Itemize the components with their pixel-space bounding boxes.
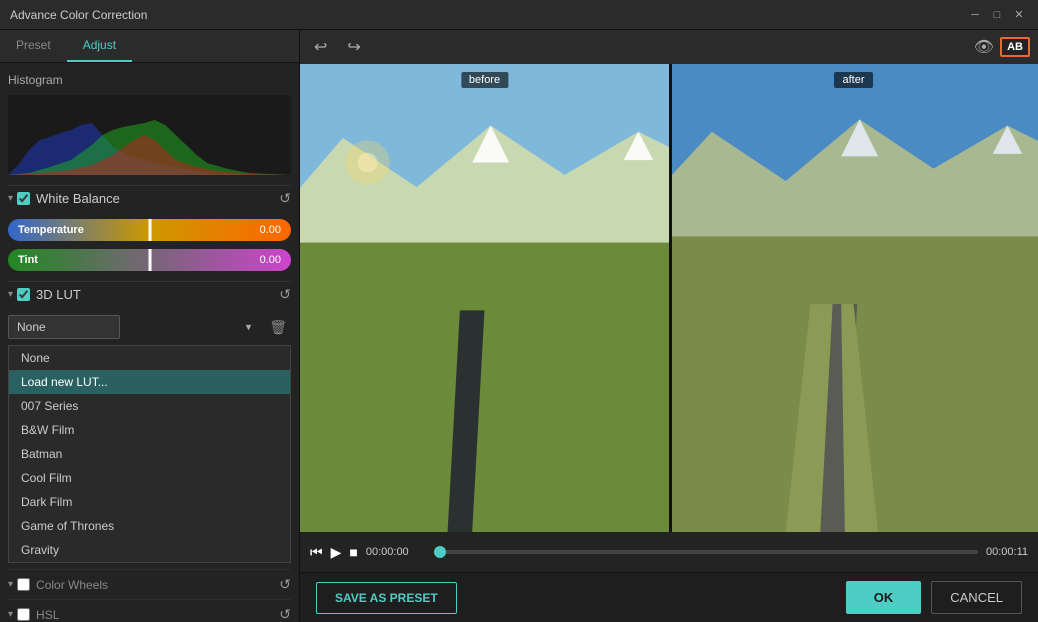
lut-select[interactable]: None Load new LUT... 007 Series B&W Film… — [8, 315, 120, 339]
close-icon: ✕ — [1014, 8, 1023, 21]
video-frame: before after — [300, 64, 1038, 532]
save-preset-button[interactable]: SAVE AS PRESET — [316, 582, 457, 614]
end-time: 00:00:11 — [986, 546, 1028, 558]
wb-reset-button[interactable]: ↺ — [279, 190, 291, 207]
tint-slider-track[interactable]: Tint 0.00 — [8, 249, 291, 271]
temperature-value: 0.00 — [260, 224, 281, 236]
progress-dot[interactable] — [434, 546, 446, 558]
close-button[interactable]: ✕ — [1010, 6, 1028, 24]
histogram-svg — [8, 95, 291, 175]
redo-icon: ↪ — [347, 39, 360, 56]
temperature-label: Temperature — [18, 224, 84, 236]
app-title: Advance Color Correction — [10, 8, 147, 22]
tabs: Preset Adjust — [0, 30, 299, 63]
left-panel: Preset Adjust Histogram ▾ — [0, 30, 300, 622]
adj2-reset[interactable]: ↺ — [279, 606, 291, 622]
maximize-button[interactable]: □ — [988, 6, 1006, 24]
video-right — [669, 64, 1038, 532]
title-bar: Advance Color Correction ─ □ ✕ — [0, 0, 1038, 30]
after-label: after — [834, 72, 872, 88]
lut-option-007[interactable]: 007 Series — [9, 394, 290, 418]
toolbar-left: ↩ ↪ — [308, 35, 367, 59]
minimize-icon: ─ — [971, 9, 979, 21]
lut-checkbox[interactable] — [17, 288, 30, 301]
lut-reset-icon: ↺ — [279, 286, 291, 302]
temperature-thumb[interactable] — [148, 219, 151, 241]
progress-bar[interactable] — [434, 550, 978, 554]
title-bar-left: Advance Color Correction — [10, 8, 147, 22]
adj2-arrow[interactable]: ▾ — [8, 609, 13, 620]
maximize-icon: □ — [994, 9, 1001, 21]
eye-button[interactable]: 👁 — [974, 37, 994, 57]
video-left — [300, 64, 669, 532]
action-bar: SAVE AS PRESET OK CANCEL — [300, 572, 1038, 622]
action-buttons: OK CANCEL — [846, 581, 1022, 614]
lut-arrow-icon[interactable]: ▾ — [8, 289, 13, 300]
stop-button[interactable]: ■ — [349, 544, 357, 560]
before-scene — [300, 64, 669, 532]
adj1-reset[interactable]: ↺ — [279, 576, 291, 593]
after-scene — [669, 64, 1038, 532]
adj2-checkbox[interactable] — [17, 608, 30, 621]
prev-frame-button[interactable]: ⏮ — [310, 544, 323, 561]
tint-thumb[interactable] — [148, 249, 151, 271]
current-time: 00:00:00 — [366, 546, 426, 558]
cancel-button[interactable]: CANCEL — [931, 581, 1022, 614]
tab-adjust[interactable]: Adjust — [67, 30, 132, 62]
adj-row-1: ▾ Color Wheels ↺ — [8, 569, 291, 599]
lut-header: ▾ 3D LUT ↺ — [8, 281, 291, 307]
lut-option-batman[interactable]: Batman — [9, 442, 290, 466]
temperature-slider-track[interactable]: Temperature 0.00 — [8, 219, 291, 241]
play-pause-button[interactable]: ▶ — [331, 544, 342, 561]
lut-option-load[interactable]: Load new LUT... — [9, 370, 290, 394]
white-balance-header: ▾ White Balance ↺ — [8, 185, 291, 211]
panel-content: Histogram ▾ White Balance ↺ — [0, 63, 299, 622]
before-label: before — [461, 72, 508, 88]
preview-toolbar: ↩ ↪ 👁 AB — [300, 30, 1038, 64]
toolbar-right: 👁 AB — [974, 37, 1030, 57]
wb-reset-icon: ↺ — [279, 190, 291, 206]
lut-label: 3D LUT — [36, 287, 279, 302]
temperature-row: Temperature 0.00 — [8, 219, 291, 241]
undo-icon: ↩ — [314, 39, 327, 56]
lut-option-none[interactable]: None — [9, 346, 290, 370]
lut-option-gravity[interactable]: Gravity — [9, 538, 290, 562]
lut-delete-button[interactable]: 🗑 — [265, 317, 291, 338]
wb-checkbox[interactable] — [17, 192, 30, 205]
wb-label: White Balance — [36, 191, 279, 206]
tint-value: 0.00 — [260, 254, 281, 266]
tint-label: Tint — [18, 254, 38, 266]
minimize-button[interactable]: ─ — [966, 6, 984, 24]
tint-row: Tint 0.00 — [8, 249, 291, 271]
adj-row-2: ▾ HSL ↺ — [8, 599, 291, 622]
adj1-label: Color Wheels — [36, 578, 279, 592]
histogram-title: Histogram — [8, 71, 291, 89]
playback-bar: ⏮ ▶ ■ 00:00:00 00:00:11 — [300, 532, 1038, 572]
ab-button[interactable]: AB — [1000, 37, 1030, 57]
title-controls: ─ □ ✕ — [966, 6, 1028, 24]
ok-button[interactable]: OK — [846, 581, 922, 614]
undo-button[interactable]: ↩ — [308, 35, 333, 59]
adj2-label: HSL — [36, 608, 279, 622]
tab-preset[interactable]: Preset — [0, 30, 67, 62]
wb-arrow-icon[interactable]: ▾ — [8, 193, 13, 204]
lut-option-cool[interactable]: Cool Film — [9, 466, 290, 490]
eye-icon: 👁 — [974, 39, 994, 56]
ab-icon: AB — [1007, 41, 1023, 53]
right-panel: ↩ ↪ 👁 AB — [300, 30, 1038, 622]
lut-option-got[interactable]: Game of Thrones — [9, 514, 290, 538]
lut-dropdown-menu: None Load new LUT... 007 Series B&W Film… — [8, 345, 291, 563]
lut-dropdown-row: None Load new LUT... 007 Series B&W Film… — [8, 315, 291, 339]
lut-dropdown-wrapper: None Load new LUT... 007 Series B&W Film… — [8, 315, 259, 339]
lut-reset-button[interactable]: ↺ — [279, 286, 291, 303]
lut-option-dark[interactable]: Dark Film — [9, 490, 290, 514]
lut-option-bw[interactable]: B&W Film — [9, 418, 290, 442]
split-line[interactable] — [669, 64, 672, 532]
main-layout: Preset Adjust Histogram ▾ — [0, 30, 1038, 622]
preview-area: before after — [300, 64, 1038, 532]
adj1-checkbox[interactable] — [17, 578, 30, 591]
adj1-arrow[interactable]: ▾ — [8, 579, 13, 590]
histogram-container — [8, 95, 291, 175]
redo-button[interactable]: ↪ — [341, 35, 366, 59]
